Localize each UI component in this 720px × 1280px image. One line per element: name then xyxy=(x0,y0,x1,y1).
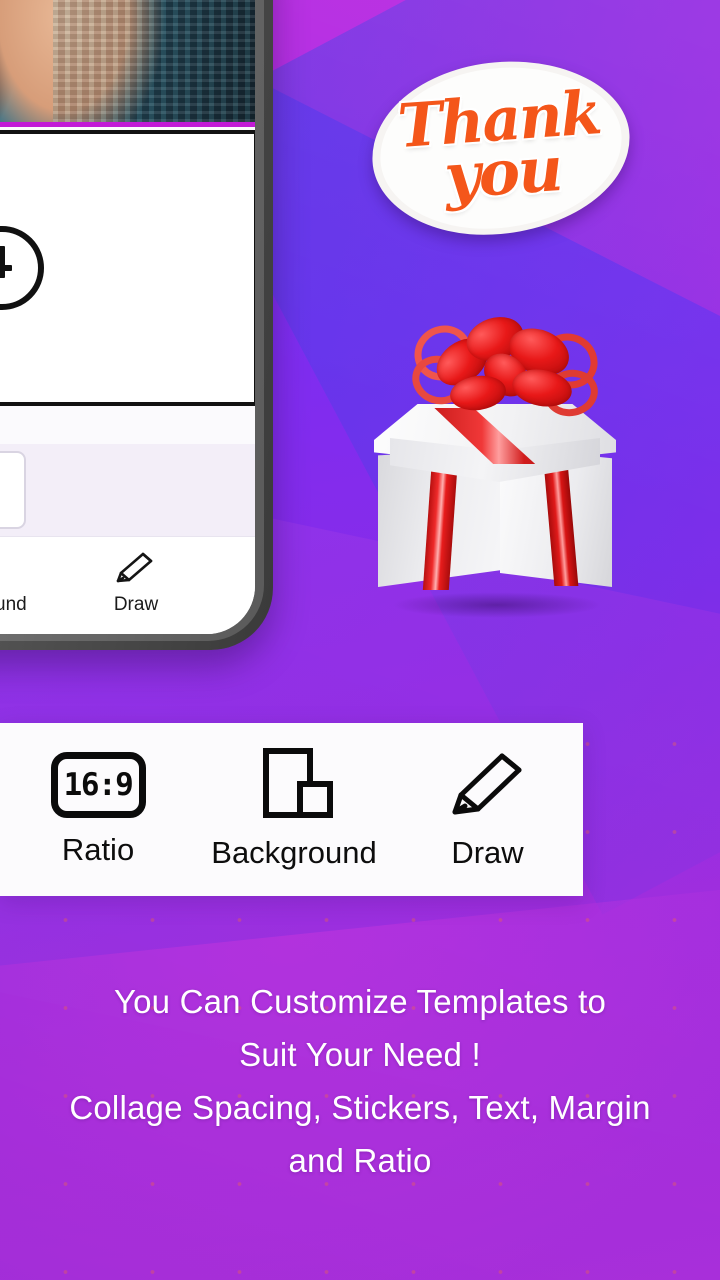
feature-tool-background-label: Background xyxy=(211,835,377,870)
gift-bow xyxy=(404,310,608,442)
caption-line-1: You Can Customize Templates to xyxy=(113,983,607,1020)
caption-line-4: and Ratio xyxy=(288,1142,432,1179)
aspect-ratio-value: 16:9 xyxy=(63,766,134,803)
phone-tool-background[interactable]: Background xyxy=(0,550,56,616)
phone-screen: Thank you 🎉 16:9 Ratio xyxy=(0,0,255,634)
feature-tool-ratio-label: Ratio xyxy=(61,831,135,867)
feature-toolbar-card: 16:9 Ratio Background Draw xyxy=(0,723,583,896)
aspect-ratio-icon: 16:9 xyxy=(50,751,146,818)
phone-frame: Thank you 🎉 16:9 Ratio xyxy=(0,0,273,650)
plus-circle-icon[interactable] xyxy=(0,226,44,310)
phone-tool-draw-label: Draw xyxy=(113,594,159,615)
pencil-icon xyxy=(116,552,153,583)
thank-you-line2: you xyxy=(442,131,564,213)
photo-thumbnail xyxy=(0,0,255,122)
background-layers-icon xyxy=(0,550,1,586)
collage-photo-cell[interactable] xyxy=(0,0,255,127)
phone-bottom-toolbar[interactable]: 16:9 Ratio Background xyxy=(0,536,255,634)
gift-box-illustration xyxy=(372,310,618,618)
bg-icon-rect-small xyxy=(297,781,333,818)
feature-tool-background[interactable]: Background xyxy=(196,748,392,871)
collage-empty-cell[interactable] xyxy=(0,130,255,406)
phone-tool-background-label: Background xyxy=(0,594,27,615)
caption-block: You Can Customize Templates to Suit Your… xyxy=(0,975,720,1187)
sticker-lettering: Thank you xyxy=(366,53,635,243)
feature-tool-draw-label: Draw xyxy=(451,835,524,870)
gift-box-shadow xyxy=(392,592,602,618)
sticker-strip[interactable]: Thank you 🎉 xyxy=(0,444,255,536)
phone-tool-draw[interactable]: Draw xyxy=(56,550,216,616)
sticker-tile-party-popper[interactable]: 🎉 xyxy=(0,451,26,529)
background-layers-icon xyxy=(247,748,341,821)
feature-tool-draw[interactable]: Draw xyxy=(392,748,583,871)
caption-line-3: Collage Spacing, Stickers, Text, Margin xyxy=(69,1089,651,1126)
caption-line-2: Suit Your Need ! xyxy=(239,1036,481,1073)
pencil-icon xyxy=(452,753,521,815)
thank-you-sticker-large: Thank you xyxy=(367,55,635,241)
feature-tool-ratio[interactable]: 16:9 Ratio xyxy=(0,751,196,868)
phone-mockup: Thank you 🎉 16:9 Ratio xyxy=(0,0,273,650)
screenshot-stage: Thank you 🎉 16:9 Ratio xyxy=(0,0,720,1280)
